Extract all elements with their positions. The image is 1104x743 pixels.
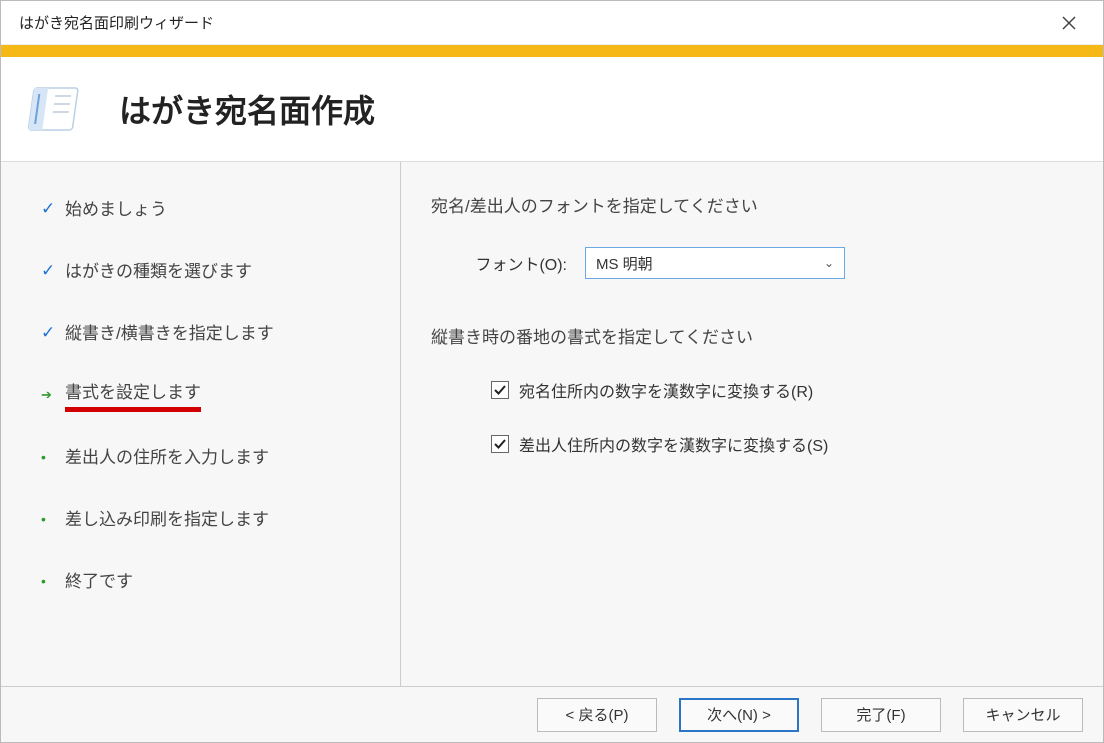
dot-icon: • [41, 573, 46, 589]
check-icon: ✓ [41, 323, 55, 343]
checkbox-sender-kanji[interactable]: 差出人住所内の数字を漢数字に変換する(S) [491, 432, 1073, 456]
step-label: 差出人の住所を入力します [65, 443, 269, 472]
header: はがき宛名面作成 [1, 57, 1103, 162]
checkbox-icon [491, 381, 509, 399]
font-select[interactable]: MS 明朝 ⌄ [585, 247, 845, 279]
chevron-down-icon: ⌄ [824, 256, 834, 270]
font-row: フォント(O): MS 明朝 ⌄ [467, 247, 1073, 279]
check-icon: ✓ [41, 199, 55, 219]
footer: < 戻る(P) 次へ(N) > 完了(F) キャンセル [1, 686, 1103, 742]
content-panel: 宛名/差出人のフォントを指定してください フォント(O): MS 明朝 ⌄ 縦書… [401, 162, 1103, 686]
close-button[interactable] [1047, 7, 1091, 39]
font-select-value: MS 明朝 [596, 253, 653, 274]
step-label: 縦書き/横書きを指定します [65, 319, 274, 348]
step-item: • 終了です [41, 564, 390, 598]
close-icon [1062, 16, 1076, 30]
step-label: 始めましょう [65, 195, 167, 224]
wizard-steps-sidebar: ✓ 始めましょう ✓ はがきの種類を選びます ✓ 縦書き/横書きを指定します ➔… [1, 162, 401, 686]
step-label: 書式を設定します [65, 378, 201, 412]
check-icon: ✓ [41, 261, 55, 281]
font-section-label: 宛名/差出人のフォントを指定してください [431, 192, 1073, 217]
step-label: 差し込み印刷を指定します [65, 505, 269, 534]
font-field-label: フォント(O): [467, 251, 567, 275]
step-item: ✓ 縦書き/横書きを指定します [41, 316, 390, 350]
arrow-icon: ➔ [41, 387, 52, 403]
step-item: • 差し込み印刷を指定します [41, 502, 390, 536]
step-item: ✓ 始めましょう [41, 192, 390, 226]
checkbox-label: 差出人住所内の数字を漢数字に変換する(S) [519, 432, 828, 456]
cancel-button[interactable]: キャンセル [963, 698, 1083, 732]
dot-icon: • [41, 511, 46, 527]
titlebar: はがき宛名面印刷ウィザード [1, 1, 1103, 45]
checkbox-recipient-kanji[interactable]: 宛名住所内の数字を漢数字に変換する(R) [491, 378, 1073, 402]
step-item: • 差出人の住所を入力します [41, 440, 390, 474]
dot-icon: • [41, 449, 46, 465]
next-button[interactable]: 次へ(N) > [679, 698, 799, 732]
wizard-window: はがき宛名面印刷ウィザード はがき宛名面作成 ✓ [0, 0, 1104, 743]
body: ✓ 始めましょう ✓ はがきの種類を選びます ✓ 縦書き/横書きを指定します ➔… [1, 162, 1103, 686]
accent-strip [1, 45, 1103, 57]
step-label: はがきの種類を選びます [65, 257, 252, 286]
step-item: ✓ はがきの種類を選びます [41, 254, 390, 288]
checkbox-label: 宛名住所内の数字を漢数字に変換する(R) [519, 378, 813, 402]
address-section-label: 縦書き時の番地の書式を指定してください [431, 323, 1073, 348]
finish-button[interactable]: 完了(F) [821, 698, 941, 732]
step-label: 終了です [65, 567, 133, 596]
hagaki-icon [21, 79, 85, 139]
back-button[interactable]: < 戻る(P) [537, 698, 657, 732]
page-title: はがき宛名面作成 [119, 86, 375, 132]
checkbox-icon [491, 435, 509, 453]
step-item-current: ➔ 書式を設定します [41, 378, 390, 412]
window-title: はがき宛名面印刷ウィザード [19, 12, 214, 33]
